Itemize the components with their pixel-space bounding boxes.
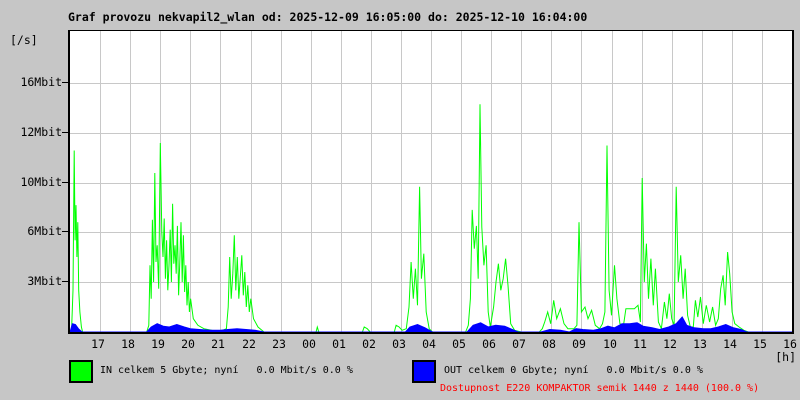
y-axis-label-10Mbit: 10Mbit: [20, 175, 62, 189]
availability-status-text: Dostupnost E220 KOMPAKTOR semik 1440 z 1…: [440, 383, 760, 394]
x-axis-label-20: 20: [181, 337, 195, 351]
x-axis-label-12: 12: [663, 337, 677, 351]
x-axis-label-13: 13: [693, 337, 707, 351]
y-axis-label-16Mbit: 16Mbit: [20, 75, 62, 89]
y-axis-unit-label: [/s]: [10, 33, 38, 47]
legend-in-color-swatch: [69, 360, 93, 383]
graph-title: Graf provozu nekvapil2_wlan od: 2025-12-…: [68, 10, 588, 24]
x-axis-label-06: 06: [482, 337, 496, 351]
legend-out-color-swatch: [412, 360, 436, 383]
x-axis-label-00: 00: [302, 337, 316, 351]
plot-area: [68, 30, 794, 334]
x-axis-label-02: 02: [362, 337, 376, 351]
x-axis-unit-label: [h]: [775, 350, 796, 364]
legend-in-label: IN celkem 5 Gbyte; nyní 0.0 Mbit/s 0.0 %: [100, 365, 353, 376]
x-axis-label-04: 04: [422, 337, 436, 351]
x-axis-label-05: 05: [452, 337, 466, 351]
x-axis-label-17: 17: [91, 337, 105, 351]
y-axis-label-6Mbit: 6Mbit: [27, 224, 62, 238]
x-axis-label-03: 03: [392, 337, 406, 351]
x-axis-label-14: 14: [723, 337, 737, 351]
x-axis-label-21: 21: [211, 337, 225, 351]
x-axis-label-18: 18: [121, 337, 135, 351]
y-axis-label-3Mbit: 3Mbit: [27, 274, 62, 288]
x-axis-label-19: 19: [151, 337, 165, 351]
x-axis-label-23: 23: [272, 337, 286, 351]
x-axis-label-11: 11: [633, 337, 647, 351]
x-axis-label-15: 15: [753, 337, 767, 351]
x-axis-label-07: 07: [512, 337, 526, 351]
x-axis-label-08: 08: [542, 337, 556, 351]
y-axis-label-12Mbit: 12Mbit: [20, 125, 62, 139]
x-axis-labels: 17 18 19 20 21 22 23 00 01 02 03 04 05 06 07 08 09 10 11 12…: [68, 338, 798, 352]
traffic-chart-svg: [70, 31, 792, 332]
traffic-graph-page: { "title": "Graf provozu nekvapil2_wlan …: [0, 0, 800, 400]
x-axis-label-16: 16: [783, 337, 797, 351]
x-axis-label-01: 01: [332, 337, 346, 351]
x-axis-label-09: 09: [572, 337, 586, 351]
legend-out-label: OUT celkem 0 Gbyte; nyní 0.0 Mbit/s 0.0 …: [444, 365, 703, 376]
x-axis-label-22: 22: [242, 337, 256, 351]
x-axis-label-10: 10: [603, 337, 617, 351]
